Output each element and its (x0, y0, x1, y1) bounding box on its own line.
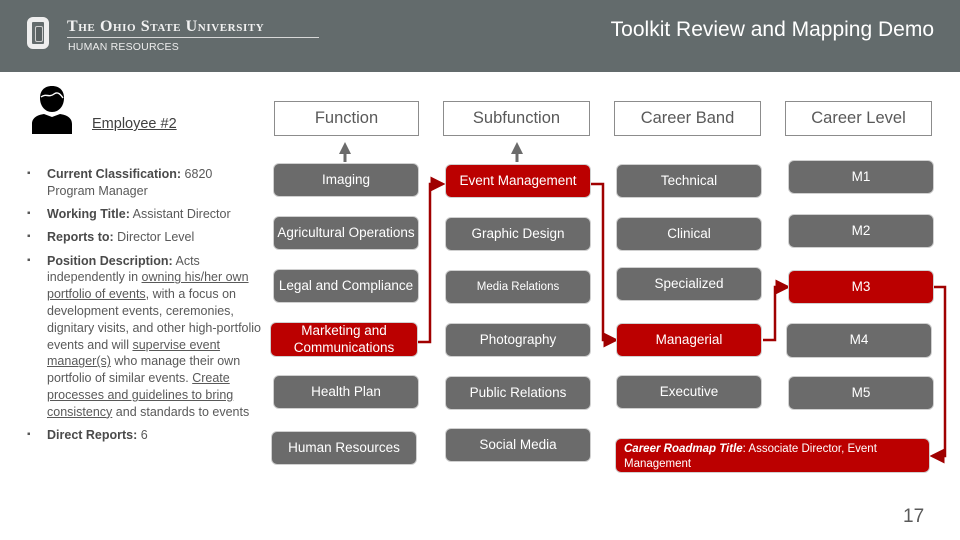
function-option[interactable]: Human Resources (271, 431, 417, 465)
function-option[interactable]: Legal and Compliance (273, 269, 419, 303)
subfunction-option[interactable]: Media Relations (445, 270, 591, 304)
subfunction-option-selected[interactable]: Event Management (445, 164, 591, 198)
career-band-option[interactable]: Specialized (616, 267, 762, 301)
career-band-option-selected[interactable]: Managerial (616, 323, 762, 357)
function-option[interactable]: Health Plan (273, 375, 419, 409)
connector-function-to-subfunction (418, 176, 446, 344)
column-header-function: Function (274, 101, 419, 136)
subfunction-option[interactable]: Graphic Design (445, 217, 591, 251)
connector-band-to-level (763, 279, 791, 342)
career-roadmap-title-box: Career Roadmap Title: Associate Director… (615, 438, 930, 473)
subfunction-option[interactable]: Photography (445, 323, 591, 357)
career-level-option[interactable]: M4 (786, 323, 932, 358)
career-level-option[interactable]: M1 (788, 160, 934, 194)
connector-level-to-roadmap (929, 285, 947, 464)
function-option[interactable]: Imaging (273, 163, 419, 197)
function-option-selected[interactable]: Marketing and Communications (270, 322, 418, 357)
career-level-option[interactable]: M2 (788, 214, 934, 248)
career-band-option[interactable]: Executive (616, 375, 762, 409)
column-header-career-band: Career Band (614, 101, 761, 136)
roadmap-label: Career Roadmap Title (624, 443, 743, 455)
subfunction-option[interactable]: Public Relations (445, 376, 591, 410)
career-band-option[interactable]: Clinical (616, 217, 762, 251)
subfunction-option[interactable]: Social Media (445, 428, 591, 462)
page-number: 17 (903, 506, 925, 527)
function-option[interactable]: Agricultural Operations (273, 216, 419, 250)
career-band-option[interactable]: Technical (616, 164, 762, 198)
column-header-career-level: Career Level (785, 101, 932, 136)
career-level-option[interactable]: M5 (788, 376, 934, 410)
connector-subfunction-to-band (591, 182, 619, 348)
column-header-subfunction: Subfunction (443, 101, 590, 136)
career-level-option-selected[interactable]: M3 (788, 270, 934, 304)
